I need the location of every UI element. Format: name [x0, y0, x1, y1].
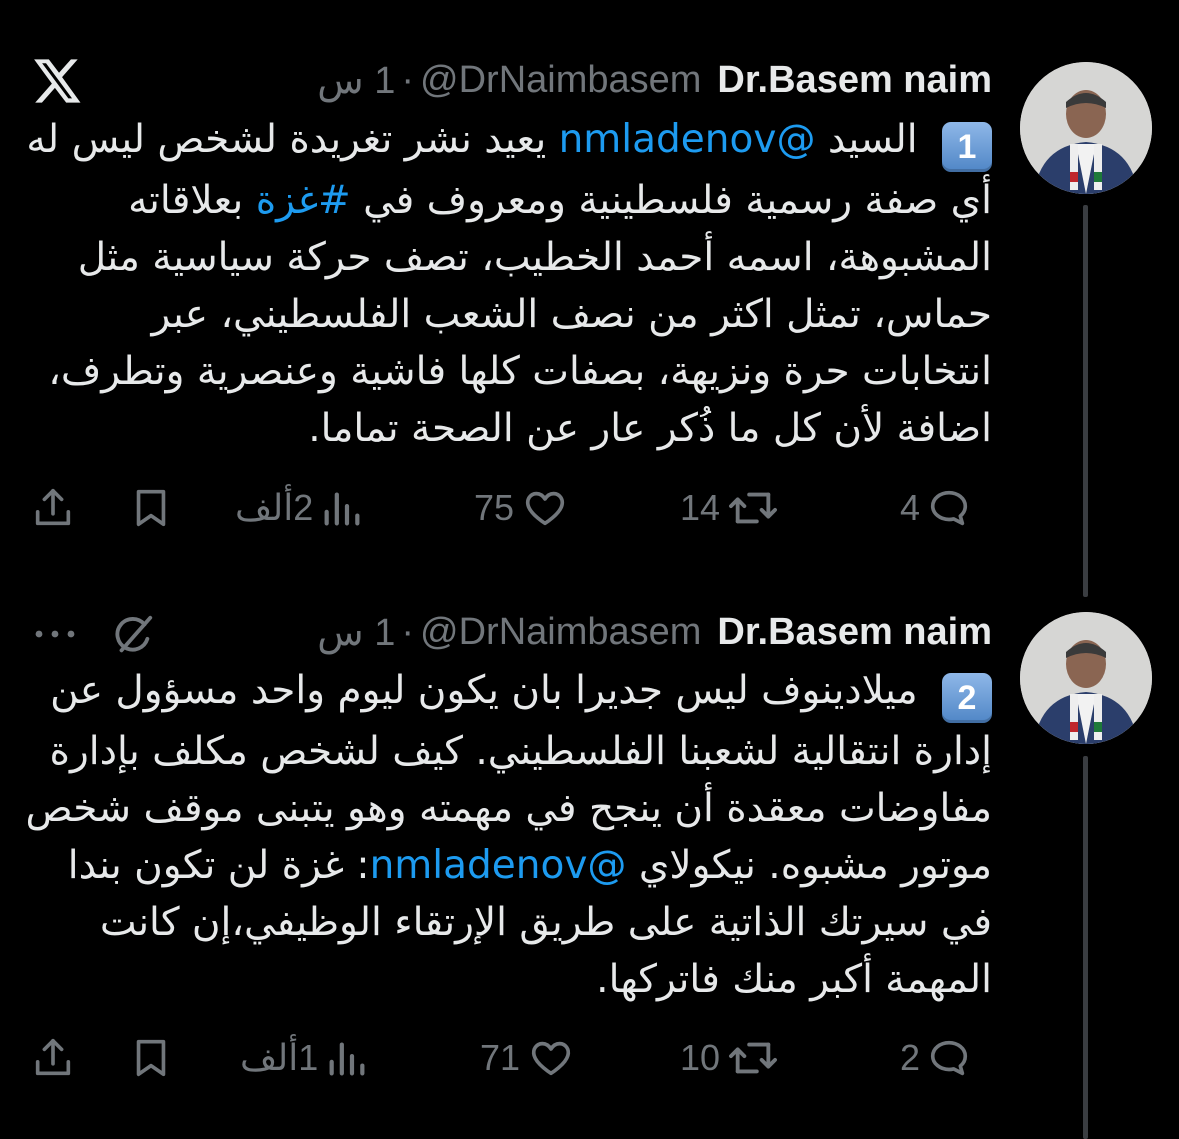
repost-icon — [729, 492, 778, 524]
bookmark-button[interactable] — [128, 478, 174, 538]
more-options-icon[interactable] — [32, 614, 78, 659]
tweet-time[interactable]: 1 س — [317, 610, 395, 655]
share-button[interactable] — [30, 1028, 76, 1088]
tweet-time[interactable]: 1 س — [317, 58, 395, 103]
bookmark-button[interactable] — [128, 1028, 174, 1088]
author-handle[interactable]: @DrNaimbasem — [420, 611, 701, 654]
heart-icon — [531, 1041, 571, 1076]
reply-count: 2 — [900, 1037, 921, 1078]
repost-button[interactable]: 14 — [680, 478, 780, 538]
heart-icon — [525, 491, 565, 526]
tweet-text: 1 السيد @nmladenov يعيد نشر تغريدة لشخص … — [22, 111, 992, 457]
share-icon — [35, 1038, 71, 1076]
repost-count: 14 — [680, 487, 721, 528]
avatar[interactable] — [1020, 612, 1152, 744]
repost-count: 10 — [680, 1037, 721, 1078]
views-count: 1ألف — [240, 1037, 319, 1078]
views-chart-icon — [329, 1042, 365, 1076]
views-count: 2ألف — [235, 487, 314, 528]
like-count: 71 — [480, 1037, 521, 1078]
views-button[interactable]: 1ألف — [240, 1028, 370, 1088]
action-bar: 4 14 75 2ألف — [0, 478, 1179, 538]
avatar[interactable] — [1020, 62, 1152, 194]
reply-icon — [930, 1040, 968, 1076]
grok-icon[interactable] — [110, 612, 156, 663]
mention-link[interactable]: @nmladenov — [559, 117, 816, 162]
separator-dot: · — [401, 610, 415, 653]
like-button[interactable]: 71 — [480, 1028, 576, 1088]
tweet-text: 2 ميلادينوف ليس جديرا بان يكون ليوم واحد… — [22, 662, 992, 1008]
repost-icon — [729, 1042, 778, 1074]
share-button[interactable] — [30, 478, 76, 538]
bookmark-icon — [136, 489, 166, 527]
hashtag-link[interactable]: #غزة — [256, 178, 351, 223]
author-name[interactable]: Dr.Basem naim — [717, 59, 992, 102]
keycap-number-badge: 2 — [942, 673, 992, 723]
reply-count: 4 — [900, 487, 921, 528]
author-handle[interactable]: @DrNaimbasem — [420, 59, 701, 102]
tweet-header: 1 س · @DrNaimbasem Dr.Basem naim — [317, 607, 992, 657]
views-button[interactable]: 2ألف — [235, 478, 365, 538]
reply-button[interactable]: 4 — [900, 478, 972, 538]
share-icon — [35, 488, 71, 526]
separator-dot: · — [401, 58, 415, 101]
bookmark-icon — [136, 1039, 166, 1077]
action-bar: 2 10 71 1ألف — [0, 1028, 1179, 1088]
like-button[interactable]: 75 — [474, 478, 570, 538]
tweet-header: 1 س · @DrNaimbasem Dr.Basem naim — [317, 55, 992, 105]
tweet-2[interactable]: 1 س · @DrNaimbasem Dr.Basem naim 2 ميلاد… — [0, 590, 1179, 1139]
author-name[interactable]: Dr.Basem naim — [717, 611, 992, 654]
views-chart-icon — [324, 492, 360, 526]
reply-icon — [930, 490, 968, 526]
keycap-number-badge: 1 — [942, 122, 992, 172]
tweet-1[interactable]: 1 س · @DrNaimbasem Dr.Basem naim 1 السيد… — [0, 0, 1179, 597]
thread-line — [1083, 205, 1088, 597]
repost-button[interactable]: 10 — [680, 1028, 780, 1088]
reply-button[interactable]: 2 — [900, 1028, 972, 1088]
text-segment: السيد — [815, 117, 930, 162]
mention-link[interactable]: @nmladenov — [370, 843, 627, 888]
like-count: 75 — [474, 487, 515, 528]
